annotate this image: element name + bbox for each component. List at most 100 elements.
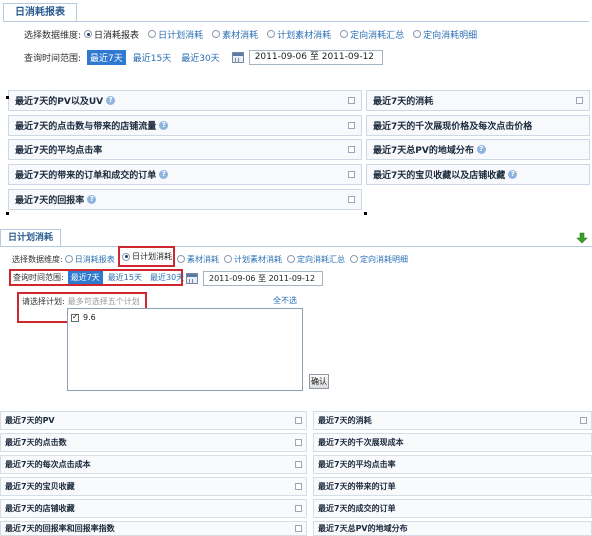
checkbox-icon[interactable]: [295, 417, 302, 424]
deselect-all-link[interactable]: 全不选: [273, 295, 297, 306]
dimension-option-daily-plan[interactable]: 日计划消耗: [148, 28, 203, 41]
checkbox-icon[interactable]: [348, 97, 355, 104]
date-range-selector: 查询时间范围: 最近7天 最近15天 最近30天 2011-09-06 至 20…: [24, 48, 383, 66]
card-cpm-cpc[interactable]: 最近7天的千次展现价格及每次点击价格: [366, 115, 590, 136]
range-7-days-button[interactable]: 最近7天: [87, 49, 126, 65]
card-shop-favorites[interactable]: 最近7天的店铺收藏: [0, 499, 307, 518]
dimension-option-daily-report[interactable]: 日消耗报表: [64, 254, 115, 265]
card-pv-region[interactable]: 最近7天总PV的地域分布?: [366, 139, 590, 160]
card-orders[interactable]: 最近7天的带来的订单和成交的订单?: [8, 164, 362, 185]
radio-icon[interactable]: [267, 30, 276, 38]
card-title: 最近7天的宝贝收藏: [5, 482, 75, 491]
card-consumption[interactable]: 最近7天的消耗: [313, 411, 592, 430]
radio-icon[interactable]: [148, 30, 157, 38]
help-icon[interactable]: ?: [508, 170, 518, 179]
checkbox-icon[interactable]: [71, 312, 79, 322]
radio-icon[interactable]: [287, 255, 295, 263]
dimension-option-targeting-summary[interactable]: 定向消耗汇总: [340, 28, 404, 41]
checkbox-icon[interactable]: [295, 525, 302, 532]
card-avg-ctr[interactable]: 最近7天的平均点击率: [313, 455, 592, 474]
dimension-label-text: 选择数据维度:: [12, 254, 63, 264]
card-deals[interactable]: 最近7天的成交的订单: [313, 499, 592, 518]
date-range-field[interactable]: 2011-09-06 至 2011-09-12: [248, 49, 383, 65]
card-title: 最近7天的点击数: [5, 438, 67, 447]
checkbox-icon[interactable]: [348, 122, 355, 129]
radio-icon[interactable]: [340, 30, 349, 38]
checkbox-icon[interactable]: [295, 439, 302, 446]
dimension-label: 选择数据维度:: [24, 30, 82, 41]
dimension-option-material[interactable]: 素材消耗: [177, 254, 219, 265]
radio-icon[interactable]: [177, 255, 185, 263]
range-15-days-button[interactable]: 最近15天: [130, 50, 174, 65]
radio-icon[interactable]: [212, 30, 221, 38]
calendar-icon[interactable]: [186, 273, 198, 284]
card-title: 最近7天的千次展现成本: [318, 438, 404, 447]
dimension-option-targeting-summary[interactable]: 定向消耗汇总: [287, 254, 345, 265]
card-item-favorites[interactable]: 最近7天的宝贝收藏: [0, 477, 307, 496]
help-icon[interactable]: ?: [159, 170, 169, 179]
card-roi-index[interactable]: 最近7天的回报率和回报率指数: [0, 521, 307, 536]
dimension-option-targeting-detail[interactable]: 定向消耗明细: [350, 254, 408, 265]
dimension-selector: 选择数据维度: 日消耗报表 日计划消耗 素材消耗 计划素材消耗 定向消耗汇总 定…: [24, 27, 486, 41]
help-icon[interactable]: ?: [476, 145, 486, 154]
card-title: 最近7天的每次点击成本: [5, 460, 91, 469]
dimension-option-material[interactable]: 素材消耗: [212, 28, 258, 41]
tab-daily-plan-consumption[interactable]: 日计划消耗: [0, 229, 61, 247]
card-consumption[interactable]: 最近7天的消耗: [366, 90, 590, 111]
help-icon[interactable]: ?: [159, 121, 169, 130]
card-roi[interactable]: 最近7天的回报率?: [8, 189, 362, 210]
card-title: 最近7天的消耗: [373, 97, 434, 107]
card-title: 最近7天的回报率: [15, 196, 85, 206]
plan-item[interactable]: 9.6: [68, 309, 302, 322]
dimension-options-rest: 素材消耗 计划素材消耗 定向消耗汇总 定向消耗明细: [177, 252, 413, 266]
dimension-option-plan-material[interactable]: 计划素材消耗: [267, 28, 331, 41]
radio-icon[interactable]: [64, 255, 73, 263]
calendar-icon[interactable]: [231, 51, 244, 63]
dimension-option-plan-material[interactable]: 计划素材消耗: [224, 254, 282, 265]
date-range-field[interactable]: 2011-09-06 至 2011-09-12: [203, 271, 323, 286]
card-cpc[interactable]: 最近7天的每次点击成本: [0, 455, 307, 474]
range-30-days-button[interactable]: 最近30天: [178, 50, 222, 65]
range-7-days-button[interactable]: 最近7天: [67, 271, 103, 284]
radio-icon[interactable]: [224, 255, 232, 263]
range-15-days-button[interactable]: 最近15天: [105, 271, 145, 284]
dimension-option-daily-report[interactable]: 日消耗报表: [84, 28, 139, 41]
card-title: 最近7天的平均点击率: [318, 460, 396, 469]
checkbox-icon[interactable]: [580, 417, 587, 424]
plan-item-label: 9.6: [83, 313, 96, 322]
dimension-option-targeting-detail[interactable]: 定向消耗明细: [413, 28, 477, 41]
confirm-button[interactable]: 确认: [309, 374, 329, 389]
card-favorites[interactable]: 最近7天的宝贝收藏以及店铺收藏?: [366, 164, 590, 185]
help-icon[interactable]: ?: [106, 96, 116, 105]
card-title: 最近7天的千次展现价格及每次点击价格: [373, 122, 533, 132]
radio-icon[interactable]: [122, 252, 130, 261]
card-title: 最近7天的成交的订单: [318, 504, 396, 513]
radio-icon[interactable]: [350, 255, 358, 263]
checkbox-icon[interactable]: [295, 483, 302, 490]
download-arrow-icon[interactable]: [576, 232, 588, 244]
checkbox-icon[interactable]: [295, 505, 302, 512]
card-orders[interactable]: 最近7天的带来的订单: [313, 477, 592, 496]
checkbox-icon[interactable]: [348, 146, 355, 153]
card-title: 最近7天的回报率和回报率指数: [5, 524, 115, 533]
separator-dot: [6, 212, 9, 215]
plan-selector-header: 请选择计划: 最多可选择五个计划: [22, 295, 140, 307]
checkbox-icon[interactable]: [576, 97, 583, 104]
range-30-days-button[interactable]: 最近30天: [147, 271, 187, 284]
checkbox-icon[interactable]: [348, 171, 355, 178]
card-pv-region[interactable]: 最近7天总PV的地域分布: [313, 521, 592, 536]
card-pv[interactable]: 最近7天的PV: [0, 411, 307, 430]
radio-icon[interactable]: [84, 30, 93, 38]
checkbox-icon[interactable]: [348, 196, 355, 203]
dimension-option-daily-plan[interactable]: 日计划消耗: [118, 246, 175, 267]
card-cpm[interactable]: 最近7天的千次展现成本: [313, 433, 592, 452]
checkbox-icon[interactable]: [295, 461, 302, 468]
card-pv-uv[interactable]: 最近7天的PV以及UV?: [8, 90, 362, 111]
card-clicks-traffic[interactable]: 最近7天的点击数与带来的店铺流量?: [8, 115, 362, 136]
help-icon[interactable]: ?: [87, 195, 97, 204]
tab-daily-consumption-report[interactable]: 日消耗报表: [3, 3, 77, 22]
card-clicks[interactable]: 最近7天的点击数: [0, 433, 307, 452]
plan-list[interactable]: 9.6: [67, 308, 303, 391]
card-avg-ctr[interactable]: 最近7天的平均点击率: [8, 139, 362, 160]
radio-icon[interactable]: [413, 30, 422, 38]
